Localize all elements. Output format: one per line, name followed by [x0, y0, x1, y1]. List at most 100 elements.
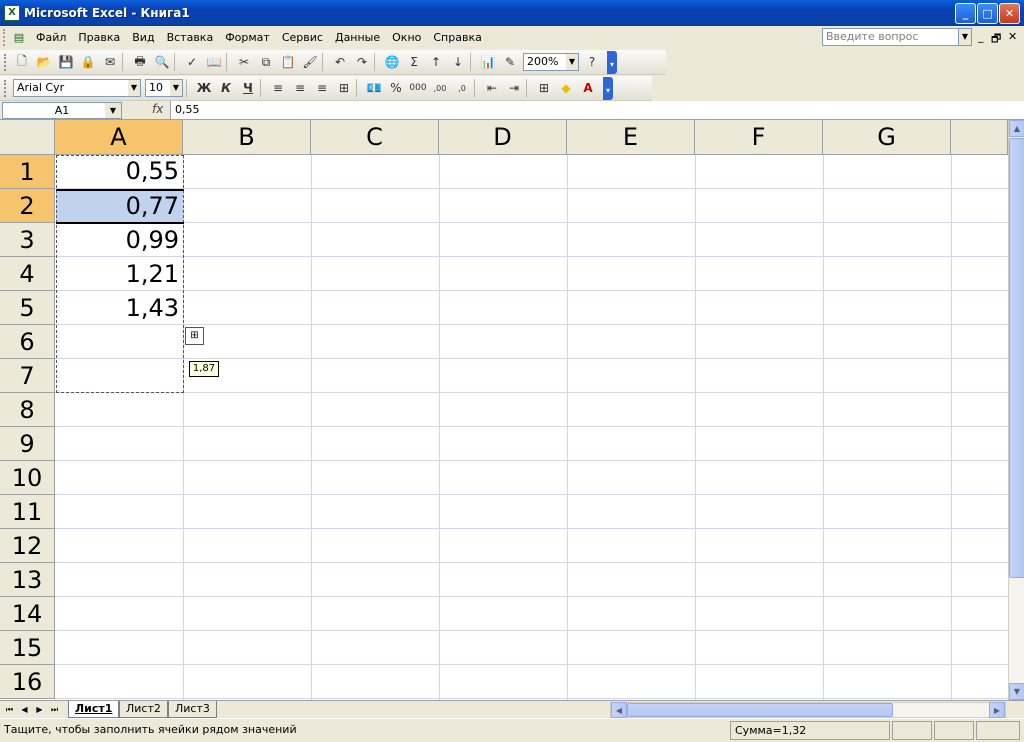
menu-insert[interactable]: Вставка: [161, 26, 220, 49]
menu-file[interactable]: Файл: [30, 26, 72, 49]
decrease-indent-icon[interactable]: ⇤: [481, 77, 503, 99]
bold-button[interactable]: Ж: [193, 77, 215, 99]
save-icon[interactable]: 💾: [55, 51, 77, 73]
permission-icon[interactable]: 🔒: [77, 51, 99, 73]
scroll-down-icon[interactable]: ▼: [1009, 683, 1024, 700]
vertical-scroll-thumb[interactable]: [1009, 138, 1024, 578]
row-header-14[interactable]: 14: [0, 597, 55, 631]
menu-tools[interactable]: Сервис: [276, 26, 329, 49]
borders-icon[interactable]: ⊞: [533, 77, 555, 99]
sheet-tab-1[interactable]: Лист1: [68, 701, 120, 718]
increase-decimal-button[interactable]: ,00: [429, 77, 451, 99]
merge-center-icon[interactable]: ⊞: [333, 77, 355, 99]
email-icon[interactable]: ✉: [99, 51, 121, 73]
toolbar-grip[interactable]: [4, 53, 8, 71]
row-header-11[interactable]: 11: [0, 495, 55, 529]
increase-indent-icon[interactable]: ⇥: [503, 77, 525, 99]
next-sheet-icon[interactable]: ▶: [33, 703, 46, 717]
doc-close-button[interactable]: ✕: [1008, 30, 1017, 43]
toolbar-options-icon[interactable]: ▾: [603, 76, 613, 100]
scroll-right-icon[interactable]: ▶: [989, 702, 1005, 718]
row-header-12[interactable]: 12: [0, 529, 55, 563]
row-header-8[interactable]: 8: [0, 393, 55, 427]
menu-edit[interactable]: Правка: [72, 26, 126, 49]
worksheet-grid[interactable]: A B C D E F G 1 2 3 4 5 6 7 8 9 10 11 12…: [0, 120, 1008, 700]
align-left-icon[interactable]: ≡: [267, 77, 289, 99]
sort-ascending-icon[interactable]: ↑: [425, 51, 447, 73]
font-select[interactable]: Arial Cyr ▼: [13, 79, 141, 97]
toolbar-grip[interactable]: [4, 79, 8, 97]
horizontal-scroll-thumb[interactable]: [627, 703, 893, 717]
row-header-5[interactable]: 5: [0, 291, 55, 325]
scroll-up-icon[interactable]: ▲: [1009, 120, 1024, 137]
undo-icon[interactable]: ↶: [329, 51, 351, 73]
paste-icon[interactable]: 📋: [277, 51, 299, 73]
menu-format[interactable]: Формат: [219, 26, 276, 49]
menu-data[interactable]: Данные: [329, 26, 386, 49]
decrease-decimal-button[interactable]: ,0: [451, 77, 473, 99]
print-icon[interactable]: 🖶: [129, 51, 151, 73]
thousands-button[interactable]: 000: [407, 77, 429, 99]
column-header-f[interactable]: F: [695, 120, 823, 155]
chart-wizard-icon[interactable]: 📊: [477, 51, 499, 73]
column-header-c[interactable]: C: [311, 120, 439, 155]
close-button[interactable]: ✕: [999, 3, 1020, 24]
row-header-7[interactable]: 7: [0, 359, 55, 393]
column-header-b[interactable]: B: [183, 120, 311, 155]
currency-icon[interactable]: 💶: [363, 77, 385, 99]
column-header-g[interactable]: G: [823, 120, 951, 155]
zoom-dropdown-icon[interactable]: ▼: [566, 54, 578, 70]
doc-minimize-button[interactable]: _: [978, 30, 984, 43]
spelling-icon[interactable]: ✓: [181, 51, 203, 73]
doc-restore-button[interactable]: 🗗: [991, 30, 1001, 49]
row-header-3[interactable]: 3: [0, 223, 55, 257]
font-size-select[interactable]: 10 ▼: [145, 79, 183, 97]
row-header-6[interactable]: 6: [0, 325, 55, 359]
menu-view[interactable]: Вид: [126, 26, 160, 49]
underline-button[interactable]: Ч: [237, 77, 259, 99]
prev-sheet-icon[interactable]: ◀: [18, 703, 31, 717]
row-header-4[interactable]: 4: [0, 257, 55, 291]
minimize-button[interactable]: _: [955, 3, 976, 24]
drawing-icon[interactable]: ✎: [499, 51, 521, 73]
hyperlink-icon[interactable]: 🌐: [381, 51, 403, 73]
last-sheet-icon[interactable]: ⏭: [48, 703, 61, 717]
toolbar-options-icon[interactable]: ▾: [607, 50, 617, 74]
help-dropdown-icon[interactable]: ▼: [958, 28, 972, 46]
row-header-2[interactable]: 2: [0, 189, 55, 223]
sheet-tab-3[interactable]: Лист3: [168, 701, 217, 718]
font-size-dropdown-icon[interactable]: ▼: [170, 80, 182, 96]
autofill-options-icon[interactable]: ⊞: [185, 327, 204, 345]
help-icon[interactable]: ?: [581, 51, 603, 73]
select-all-button[interactable]: [0, 120, 55, 155]
format-painter-icon[interactable]: 🖌: [299, 51, 321, 73]
italic-button[interactable]: К: [215, 77, 237, 99]
column-header-e[interactable]: E: [567, 120, 695, 155]
horizontal-scrollbar[interactable]: ◀ ▶: [610, 702, 1006, 718]
menu-window[interactable]: Окно: [386, 26, 427, 49]
name-box[interactable]: A1 ▼: [2, 102, 122, 119]
font-color-icon[interactable]: A: [577, 77, 599, 99]
align-center-icon[interactable]: ≡: [289, 77, 311, 99]
copy-icon[interactable]: ⧉: [255, 51, 277, 73]
print-preview-icon[interactable]: 🔍: [151, 51, 173, 73]
zoom-select[interactable]: 200% ▼: [523, 53, 579, 71]
help-search-input[interactable]: Введите вопрос ▼: [822, 28, 972, 46]
menu-grip[interactable]: [3, 29, 7, 46]
align-right-icon[interactable]: ≡: [311, 77, 333, 99]
maximize-button[interactable]: □: [977, 3, 998, 24]
column-header-d[interactable]: D: [439, 120, 567, 155]
row-header-1[interactable]: 1: [0, 155, 55, 189]
workbook-icon[interactable]: ▤: [10, 30, 28, 46]
row-header-15[interactable]: 15: [0, 631, 55, 665]
cut-icon[interactable]: ✂: [233, 51, 255, 73]
fill-color-icon[interactable]: ◆: [555, 77, 577, 99]
redo-icon[interactable]: ↷: [351, 51, 373, 73]
research-icon[interactable]: 📖: [203, 51, 225, 73]
sheet-tab-2[interactable]: Лист2: [119, 701, 168, 718]
autosum-icon[interactable]: Σ: [403, 51, 425, 73]
row-header-13[interactable]: 13: [0, 563, 55, 597]
name-box-dropdown-icon[interactable]: ▼: [105, 103, 121, 118]
row-header-16[interactable]: 16: [0, 665, 55, 699]
formula-input[interactable]: 0,55: [170, 101, 1024, 119]
